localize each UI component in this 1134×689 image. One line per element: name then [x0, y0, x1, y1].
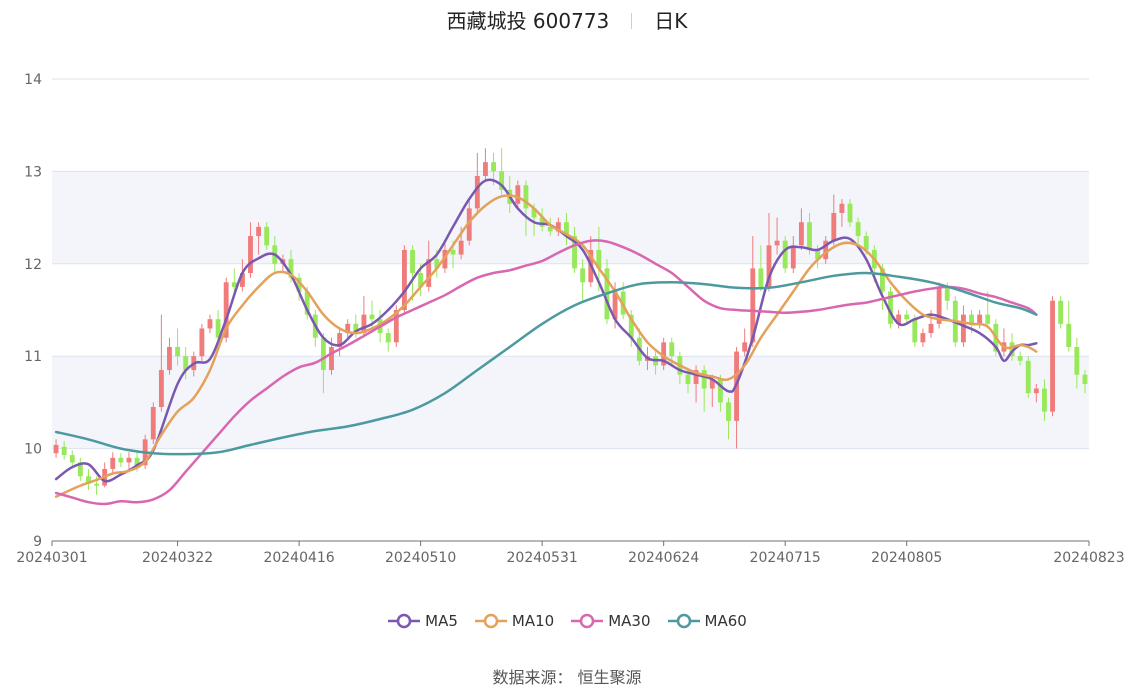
candle-body — [118, 457, 124, 463]
candle-body — [1042, 388, 1047, 412]
candle-body — [61, 446, 67, 456]
candlestick-chart[interactable]: 9 10 11 12 13 14 20240301 20240322 20240416 20240… — [0, 0, 1134, 600]
candle-body — [839, 203, 845, 213]
candle-body — [199, 328, 205, 357]
candle-body — [1074, 346, 1080, 375]
legend-item-ma30[interactable]: MA30 — [570, 612, 651, 630]
candle-body — [985, 314, 991, 324]
candle-body — [742, 342, 748, 352]
legend-label: MA5 — [425, 612, 458, 630]
candle-body — [685, 374, 691, 384]
candle-body — [798, 222, 804, 246]
candle-body — [944, 286, 950, 301]
candle-body — [483, 162, 488, 177]
candle-body — [385, 333, 391, 343]
x-tick-label: 20240322 — [142, 550, 213, 566]
candle-body — [1033, 388, 1039, 394]
candle-body — [264, 226, 270, 246]
candle-body — [701, 370, 707, 389]
x-tick-label: 20240624 — [628, 550, 699, 566]
candle-body — [580, 268, 586, 283]
candle-body — [782, 240, 788, 269]
candle-body — [458, 240, 464, 255]
data-source-note: 数据来源： 恒生聚源 — [492, 668, 642, 687]
candle-body — [175, 346, 181, 357]
candle-body — [904, 314, 910, 320]
y-tick-label: 9 — [33, 534, 42, 550]
x-tick-label: 20240715 — [750, 550, 821, 566]
legend-marker-icon — [667, 613, 700, 629]
legend-label: MA60 — [704, 612, 747, 630]
y-tick-label: 14 — [24, 72, 42, 88]
candle-body — [1050, 300, 1055, 412]
legend-marker-icon — [474, 613, 507, 629]
background-band — [52, 356, 1089, 449]
y-tick-label: 10 — [24, 442, 42, 458]
candle-body — [1058, 300, 1064, 324]
candle-body — [847, 203, 853, 223]
legend-item-ma5[interactable]: MA5 — [387, 612, 458, 630]
candle-body — [167, 346, 172, 371]
legend: MA5 MA10 MA30 MA60 — [0, 612, 1134, 633]
candle-body — [369, 314, 375, 320]
candle-body — [256, 226, 262, 237]
candle-body — [920, 333, 926, 343]
candle-body — [960, 314, 966, 343]
candle-body — [491, 162, 496, 172]
x-tick-label: 20240301 — [16, 550, 87, 566]
candle-body — [855, 222, 861, 237]
candle-body — [807, 222, 812, 250]
candle-body — [912, 319, 918, 343]
candle-body — [126, 457, 132, 463]
legend-label: MA30 — [608, 612, 651, 630]
legend-marker-icon — [571, 613, 604, 629]
candle-body — [1066, 323, 1072, 347]
candle-body — [928, 323, 934, 334]
candle-body — [1017, 356, 1023, 361]
x-tick-label: 20240531 — [507, 550, 578, 566]
background-band — [52, 171, 1089, 264]
candle-body — [774, 240, 780, 246]
legend-label: MA10 — [511, 612, 555, 630]
candle-body — [515, 185, 521, 204]
candle-body — [110, 457, 116, 469]
y-tick-label: 12 — [24, 257, 42, 273]
candle-body — [158, 370, 164, 408]
candle-body — [758, 268, 764, 287]
x-tick-label: 20240510 — [385, 550, 456, 566]
legend-marker-icon — [388, 613, 421, 629]
candle-body — [248, 236, 253, 274]
x-tick-label: 20240416 — [263, 550, 334, 566]
legend-item-ma60[interactable]: MA60 — [667, 612, 747, 630]
y-tick-label: 11 — [24, 349, 42, 365]
candle-body — [94, 483, 99, 486]
x-tick-label: 20240823 — [1053, 550, 1124, 566]
candle-body — [329, 346, 334, 371]
candle-body — [450, 249, 456, 255]
candle-body — [726, 402, 731, 421]
candle-body — [669, 342, 675, 357]
x-tick-label: 20240805 — [871, 550, 942, 566]
candle-body — [1082, 374, 1088, 384]
candle-body — [53, 444, 59, 454]
candle-body — [320, 337, 326, 371]
candle-body — [790, 245, 796, 269]
candle-body — [523, 185, 529, 209]
candle-body — [69, 455, 75, 463]
candle-body — [410, 249, 415, 274]
candle-body — [977, 314, 983, 324]
candle-body — [207, 319, 213, 329]
candle-body — [401, 249, 407, 310]
candle-body — [1025, 360, 1031, 394]
candle-body — [831, 212, 837, 241]
y-tick-label: 13 — [24, 164, 42, 180]
candle-body — [863, 236, 869, 250]
legend-item-ma10[interactable]: MA10 — [474, 612, 554, 630]
candle-body — [150, 407, 156, 440]
